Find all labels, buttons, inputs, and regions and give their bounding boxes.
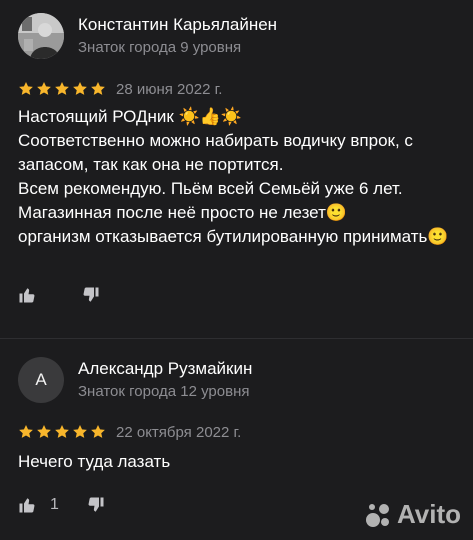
star-icon [55, 425, 69, 438]
star-icon [91, 425, 105, 438]
review-text: Настоящий РОДник ☀️👍☀️ Соответственно мо… [18, 107, 449, 246]
thumbs-up-icon [19, 498, 35, 513]
star-icon [19, 425, 33, 438]
star-rating [18, 81, 106, 97]
author-name[interactable]: Александр Рузмайкин [78, 359, 252, 379]
avito-watermark: Avito [363, 499, 461, 530]
star-icon [19, 82, 33, 95]
review-reactions: 1 [18, 493, 105, 517]
thumbs-down-icon [88, 497, 104, 512]
watermark-text: Avito [396, 499, 461, 529]
dislike-button[interactable] [82, 286, 100, 304]
star-icon [37, 425, 51, 438]
avito-logo-icon [365, 503, 389, 527]
star-icon [37, 82, 51, 95]
review-reactions [18, 283, 100, 307]
review-text: Нечего туда лазать [18, 452, 171, 471]
author-avatar[interactable] [18, 13, 64, 59]
dislike-button[interactable] [87, 496, 105, 514]
person-photo-icon [18, 13, 64, 59]
author-avatar[interactable]: А [18, 357, 64, 403]
star-rating [18, 424, 106, 440]
author-level: Знаток города 9 уровня [78, 39, 242, 56]
rating-row: 28 июня 2022 г. [18, 79, 222, 99]
star-icon [73, 425, 87, 438]
like-button[interactable]: 1 [18, 496, 59, 514]
review-divider [0, 338, 473, 339]
like-count: 1 [50, 496, 59, 513]
review-date: 28 июня 2022 г. [116, 80, 223, 98]
thumbs-down-icon [83, 287, 99, 302]
review-date: 22 октября 2022 г. [116, 423, 242, 441]
thumbs-up-icon [19, 288, 35, 303]
rating-row: 22 октября 2022 г. [18, 422, 241, 442]
author-level: Знаток города 12 уровня [78, 383, 250, 400]
star-icon [73, 82, 87, 95]
like-button[interactable] [18, 286, 36, 304]
author-name[interactable]: Константин Карьялайнен [78, 15, 277, 35]
star-icon [55, 82, 69, 95]
star-icon [91, 82, 105, 95]
